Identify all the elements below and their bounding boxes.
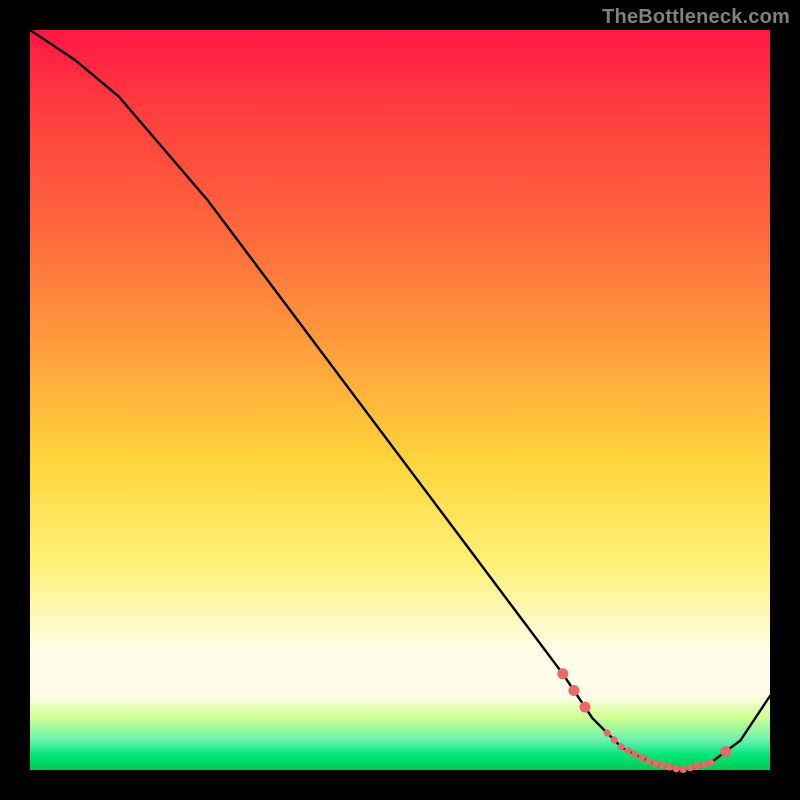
curve-dot bbox=[638, 754, 645, 761]
curve-svg bbox=[30, 30, 770, 770]
curve-dot bbox=[617, 743, 624, 750]
curve-dot bbox=[707, 759, 714, 766]
plot-area bbox=[30, 30, 770, 770]
curve-dot bbox=[693, 763, 700, 770]
curve-dot bbox=[720, 746, 731, 757]
curve-dot bbox=[604, 729, 611, 736]
curve-dot bbox=[624, 747, 631, 754]
curve-dot bbox=[568, 685, 579, 696]
chart-frame: TheBottleneck.com bbox=[0, 0, 800, 800]
curve-dot bbox=[666, 763, 673, 770]
curve-dot bbox=[659, 762, 666, 769]
bottleneck-curve bbox=[30, 30, 770, 770]
curve-dot bbox=[700, 761, 707, 768]
watermark-text: TheBottleneck.com bbox=[602, 6, 790, 29]
curve-dot bbox=[680, 766, 687, 773]
curve-dot bbox=[645, 758, 652, 765]
curve-dot bbox=[652, 760, 659, 767]
curve-dot bbox=[557, 668, 568, 679]
curve-dot bbox=[673, 765, 680, 772]
curve-dot bbox=[580, 702, 591, 713]
curve-dot bbox=[611, 736, 618, 743]
curve-dot bbox=[687, 764, 694, 771]
curve-dot bbox=[631, 751, 638, 758]
curve-dots bbox=[557, 668, 731, 773]
